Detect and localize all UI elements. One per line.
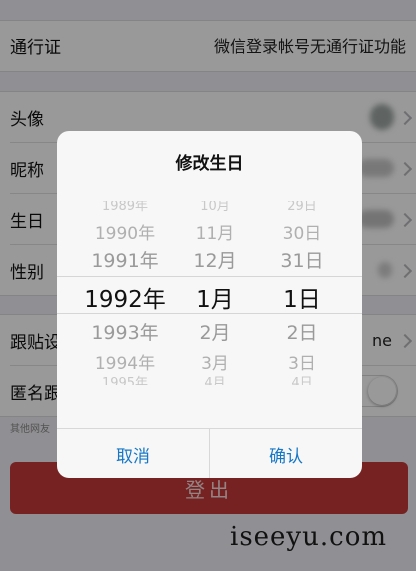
dialog-title: 修改生日 (175, 154, 244, 174)
picker-month-selected[interactable]: 1月 (185, 280, 245, 314)
picker-year-selected[interactable]: 1992年 (75, 280, 175, 314)
birthday-dialog: 修改生日 1989年 1990年 1991年 1992年 1993年 1994年… (57, 131, 362, 478)
picker-year-item[interactable]: 1993年 (75, 318, 175, 345)
picker-day-item[interactable]: 4日 (262, 373, 342, 385)
picker-year-item[interactable]: 1990年 (75, 219, 175, 244)
picker-year-item[interactable]: 1995年 (75, 373, 175, 385)
watermark: iseeyu.com (230, 522, 387, 552)
picker-day-item[interactable]: 3日 (262, 349, 342, 374)
picker-month-item[interactable]: 4月 (185, 373, 245, 385)
picker-day-item[interactable]: 30日 (262, 219, 342, 244)
picker-month-item[interactable]: 12月 (185, 246, 245, 273)
picker-month-item[interactable]: 2月 (185, 318, 245, 345)
date-picker[interactable]: 1989年 1990年 1991年 1992年 1993年 1994年 1995… (57, 201, 362, 421)
picker-day-item[interactable]: 31日 (262, 246, 342, 273)
picker-day-item[interactable]: 2日 (262, 318, 342, 345)
confirm-button[interactable]: 确认 (210, 429, 362, 478)
picker-day-selected[interactable]: 1日 (262, 280, 342, 314)
picker-year-item[interactable]: 1994年 (75, 349, 175, 374)
cancel-button[interactable]: 取消 (57, 429, 210, 478)
picker-month-item[interactable]: 10月 (185, 201, 245, 215)
selection-line-top (57, 276, 362, 277)
picker-month-item[interactable]: 11月 (185, 219, 245, 244)
dialog-button-bar: 取消 确认 (57, 428, 362, 478)
picker-year-item[interactable]: 1989年 (75, 201, 175, 215)
picker-day-item[interactable]: 29日 (262, 201, 342, 215)
picker-year-item[interactable]: 1991年 (75, 246, 175, 273)
picker-month-item[interactable]: 3月 (185, 349, 245, 374)
